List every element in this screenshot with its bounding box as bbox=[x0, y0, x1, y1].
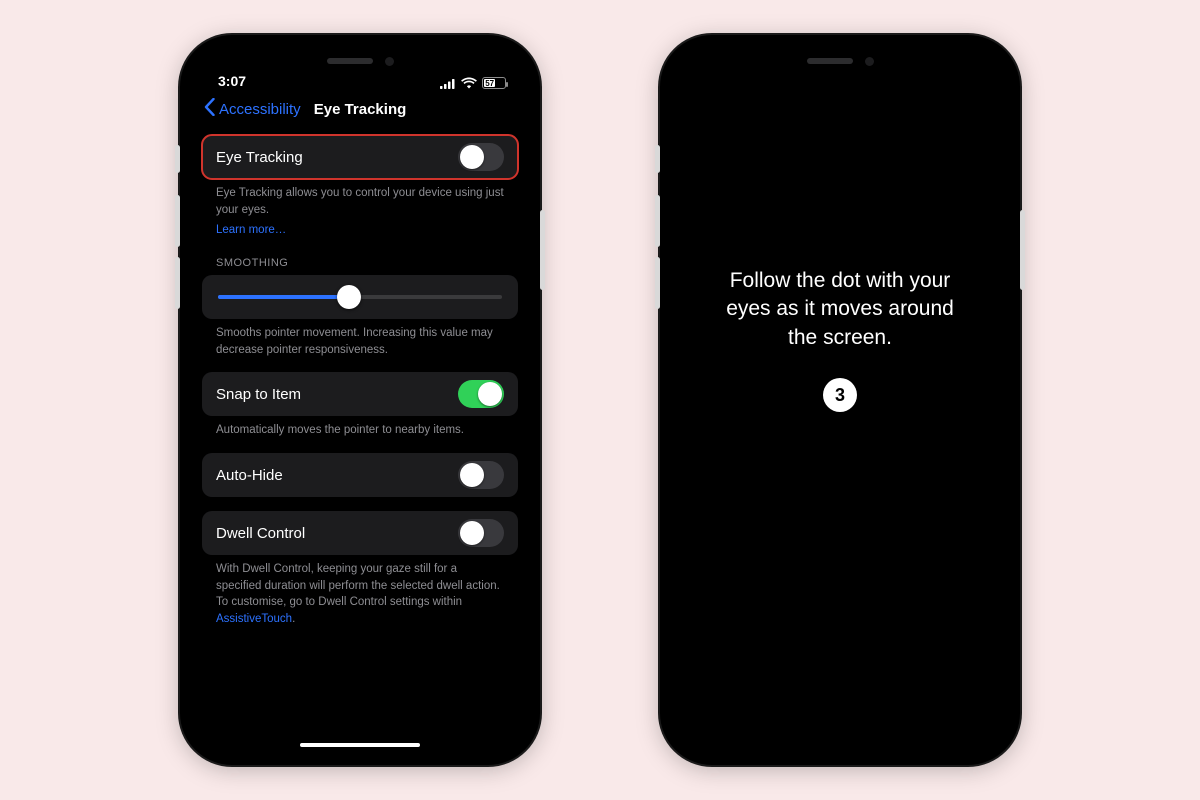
chevron-left-icon bbox=[204, 98, 215, 120]
volume-up-button[interactable] bbox=[655, 195, 660, 247]
dwell-control-toggle[interactable] bbox=[458, 519, 504, 547]
home-indicator[interactable] bbox=[300, 743, 420, 747]
smoothing-slider-row[interactable] bbox=[202, 275, 518, 319]
eye-tracking-toggle[interactable] bbox=[458, 143, 504, 171]
phone-settings: 3:07 57 Accessibility Eye T bbox=[180, 35, 540, 765]
wifi-icon bbox=[461, 77, 477, 89]
mute-switch[interactable] bbox=[175, 145, 180, 173]
volume-up-button[interactable] bbox=[175, 195, 180, 247]
auto-hide-toggle[interactable] bbox=[458, 461, 504, 489]
learn-more-link[interactable]: Learn more… bbox=[216, 224, 286, 236]
battery-level: 57 bbox=[484, 79, 495, 87]
back-label: Accessibility bbox=[219, 101, 301, 118]
mute-switch[interactable] bbox=[655, 145, 660, 173]
back-button[interactable]: Accessibility bbox=[204, 89, 301, 129]
status-time: 3:07 bbox=[218, 73, 246, 89]
notch bbox=[765, 47, 915, 75]
volume-down-button[interactable] bbox=[655, 257, 660, 309]
power-button[interactable] bbox=[1020, 210, 1025, 290]
slider-knob-icon[interactable] bbox=[337, 285, 361, 309]
battery-icon: 57 bbox=[482, 77, 506, 89]
auto-hide-label: Auto-Hide bbox=[216, 467, 283, 484]
auto-hide-row[interactable]: Auto-Hide bbox=[202, 453, 518, 497]
assistivetouch-link[interactable]: AssistiveTouch bbox=[216, 613, 292, 625]
calibration-countdown: 3 bbox=[823, 378, 857, 412]
notch bbox=[285, 47, 435, 75]
smoothing-slider[interactable] bbox=[218, 295, 502, 299]
dwell-control-row[interactable]: Dwell Control bbox=[202, 511, 518, 555]
phone-calibration: Follow the dot with your eyes as it move… bbox=[660, 35, 1020, 765]
nav-header: Accessibility Eye Tracking bbox=[192, 89, 528, 129]
power-button[interactable] bbox=[540, 210, 545, 290]
dwell-control-label: Dwell Control bbox=[216, 525, 305, 542]
smoothing-caption: Smooths pointer movement. Increasing thi… bbox=[202, 319, 518, 358]
cellular-icon bbox=[440, 78, 456, 89]
page-title: Eye Tracking bbox=[314, 101, 407, 118]
snap-to-item-label: Snap to Item bbox=[216, 386, 301, 403]
snap-to-item-row[interactable]: Snap to Item bbox=[202, 372, 518, 416]
eye-tracking-row[interactable]: Eye Tracking bbox=[202, 135, 518, 179]
calibration-message: Follow the dot with your eyes as it move… bbox=[710, 267, 970, 352]
volume-down-button[interactable] bbox=[175, 257, 180, 309]
snap-to-item-caption: Automatically moves the pointer to nearb… bbox=[202, 416, 518, 439]
eye-tracking-caption: Eye Tracking allows you to control your … bbox=[202, 179, 518, 218]
eye-tracking-label: Eye Tracking bbox=[216, 149, 303, 166]
calibration-screen: Follow the dot with your eyes as it move… bbox=[672, 47, 1008, 753]
dwell-control-caption: With Dwell Control, keeping your gaze st… bbox=[202, 555, 518, 628]
smoothing-section-label: SMOOTHING bbox=[202, 239, 518, 275]
snap-to-item-toggle[interactable] bbox=[458, 380, 504, 408]
